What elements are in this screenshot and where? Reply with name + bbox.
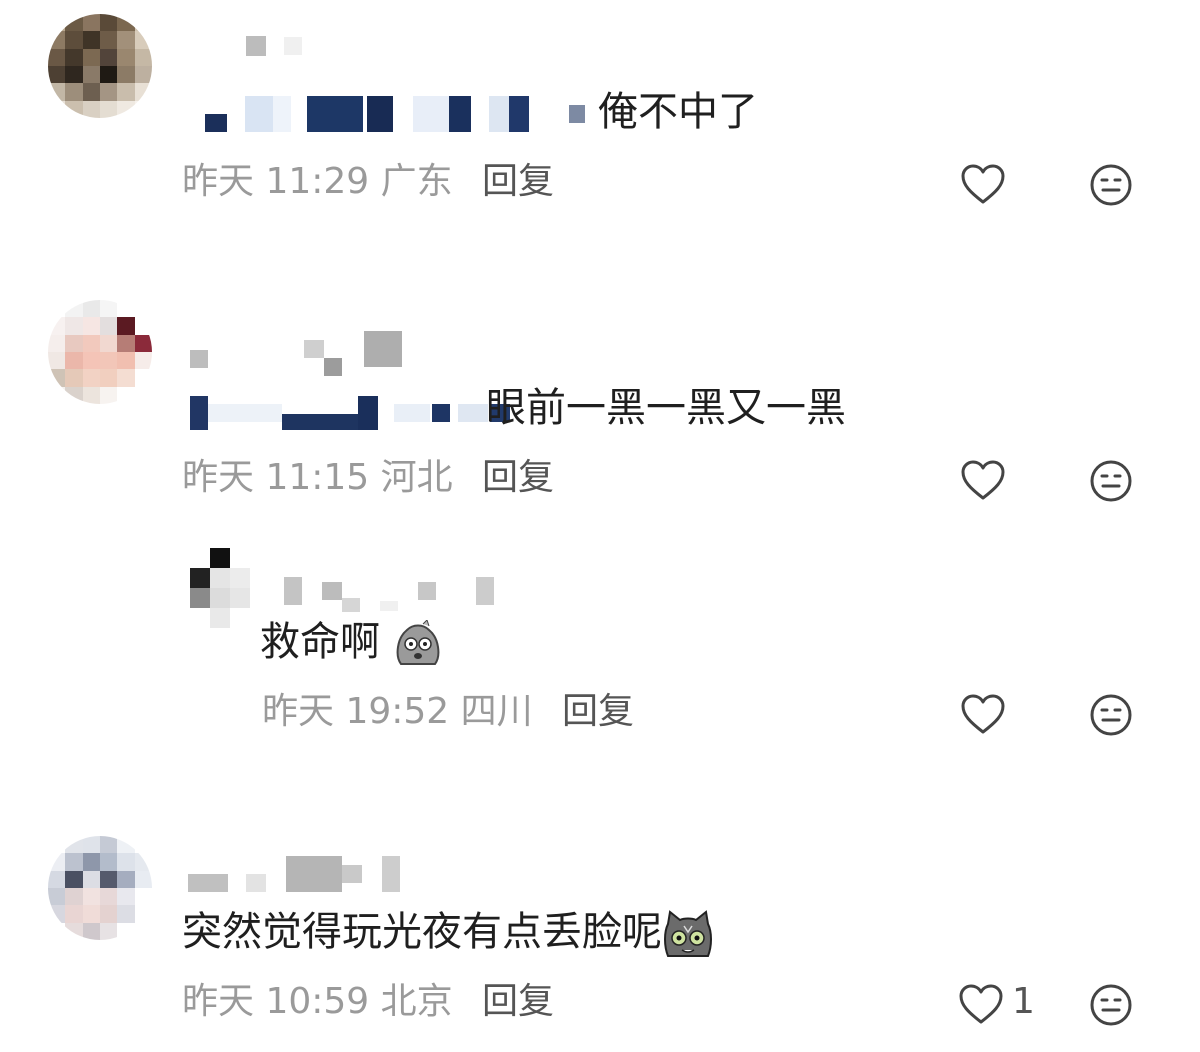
comment-text: 眼前一黑一黑又一黑: [486, 385, 846, 431]
like-count: 1: [1012, 981, 1035, 1022]
avatar[interactable]: [48, 14, 152, 118]
username-blurred[interactable]: [190, 322, 402, 376]
reply-button[interactable]: 回复: [482, 456, 554, 500]
neutral-face-icon[interactable]: [1088, 162, 1134, 208]
username-blurred[interactable]: [188, 856, 400, 892]
neutral-face-icon[interactable]: [1088, 982, 1134, 1028]
comment-meta: 昨天 11:29 广东: [182, 160, 453, 204]
comment-text-content: 突然觉得玩光夜有点丢脸呢: [182, 909, 662, 955]
comment-time: 昨天 10:59: [182, 981, 370, 1022]
neutral-face-icon[interactable]: [1088, 692, 1134, 738]
mention-blurred[interactable]: [190, 396, 510, 430]
reply-button[interactable]: 回复: [562, 690, 634, 734]
heart-outline-icon[interactable]: [958, 982, 1004, 1028]
comment-text: 救命啊: [260, 618, 443, 668]
sweating-face-sticker-icon: [396, 620, 440, 665]
cat-face-sticker-icon: [664, 910, 712, 957]
comment-text: 突然觉得玩光夜有点丢脸呢: [182, 908, 714, 958]
avatar[interactable]: [190, 548, 250, 628]
comment-location: 四川: [460, 691, 533, 732]
comment-meta: 昨天 11:15 河北: [182, 456, 453, 500]
username-blurred[interactable]: [284, 570, 494, 612]
heart-outline-icon[interactable]: [960, 162, 1006, 208]
neutral-face-icon[interactable]: [1088, 458, 1134, 504]
comment-meta: 昨天 19:52 四川: [262, 690, 533, 734]
comment-text: 俺不中了: [598, 89, 758, 135]
comment-meta: 昨天 10:59 北京: [182, 980, 453, 1024]
comment-location: 广东: [380, 161, 453, 202]
reply-button[interactable]: 回复: [482, 160, 554, 204]
heart-outline-icon[interactable]: [960, 458, 1006, 504]
comment-time: 昨天 11:29: [182, 161, 370, 202]
comment-time: 昨天 19:52: [262, 691, 450, 732]
comment-location: 河北: [380, 457, 453, 498]
comment-text-content: 救命啊: [260, 619, 380, 665]
comment-location: 北京: [380, 981, 453, 1022]
avatar[interactable]: [48, 300, 152, 404]
mention-blurred[interactable]: [205, 96, 585, 132]
comment-time: 昨天 11:15: [182, 457, 370, 498]
username-blurred[interactable]: [246, 36, 302, 56]
heart-outline-icon[interactable]: [960, 692, 1006, 738]
reply-button[interactable]: 回复: [482, 980, 554, 1024]
avatar[interactable]: [48, 836, 152, 940]
